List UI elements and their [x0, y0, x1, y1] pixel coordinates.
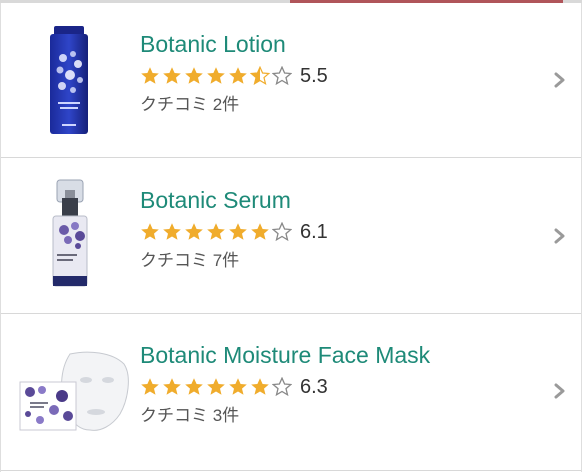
star-filled-icon — [141, 67, 159, 84]
star-filled-icon — [207, 67, 225, 84]
lotion-bottle-icon — [50, 26, 88, 134]
product-info-1: Botanic Lotion 5.5 クチコミ 2件 — [140, 29, 328, 116]
star-filled-icon — [229, 223, 247, 240]
star-rating — [140, 377, 294, 397]
product-title-botanic-lotion[interactable]: Botanic Lotion — [140, 29, 328, 59]
star-half-icon — [250, 66, 270, 86]
rating-score: 6.1 — [300, 221, 328, 243]
star-filled-icon — [251, 378, 269, 395]
rating-row: 6.1 — [140, 219, 328, 245]
face-mask-icon — [19, 351, 129, 431]
review-count: クチコミ 7件 — [140, 251, 240, 270]
chevron-right-icon[interactable] — [553, 72, 567, 88]
serum-bottle-icon — [52, 179, 88, 287]
star-filled-icon — [141, 378, 159, 395]
rating-row: 6.3 — [140, 374, 430, 400]
star-filled-icon — [207, 378, 225, 395]
star-filled-icon — [185, 223, 203, 240]
star-filled-icon — [163, 378, 181, 395]
star-filled-icon — [141, 223, 159, 240]
star-rating — [140, 222, 294, 242]
star-rating — [140, 66, 294, 86]
rating-score: 6.3 — [300, 376, 328, 398]
star-empty-icon — [272, 377, 292, 397]
star-filled-icon — [163, 67, 181, 84]
star-filled-icon — [163, 223, 181, 240]
product-title-botanic-serum[interactable]: Botanic Serum — [140, 185, 328, 215]
chevron-right-icon[interactable] — [553, 383, 567, 399]
product-info-2: Botanic Serum 6.1 クチコミ 7件 — [140, 185, 328, 272]
product-title-botanic-face-mask[interactable]: Botanic Moisture Face Mask — [140, 340, 430, 370]
chevron-right-icon[interactable] — [553, 228, 567, 244]
review-count: クチコミ 2件 — [140, 95, 240, 114]
rating-score: 5.5 — [300, 65, 328, 87]
star-filled-icon — [207, 223, 225, 240]
review-count: クチコミ 3件 — [140, 406, 240, 425]
star-filled-icon — [229, 378, 247, 395]
star-filled-icon — [185, 378, 203, 395]
star-filled-icon — [251, 223, 269, 240]
star-filled-icon — [229, 67, 247, 84]
star-filled-icon — [185, 67, 203, 84]
product-info-3: Botanic Moisture Face Mask 6.3 クチコミ 3件 — [140, 340, 430, 427]
star-empty-icon — [272, 66, 292, 86]
star-empty-icon — [272, 222, 292, 242]
rating-row: 5.5 — [140, 63, 328, 89]
